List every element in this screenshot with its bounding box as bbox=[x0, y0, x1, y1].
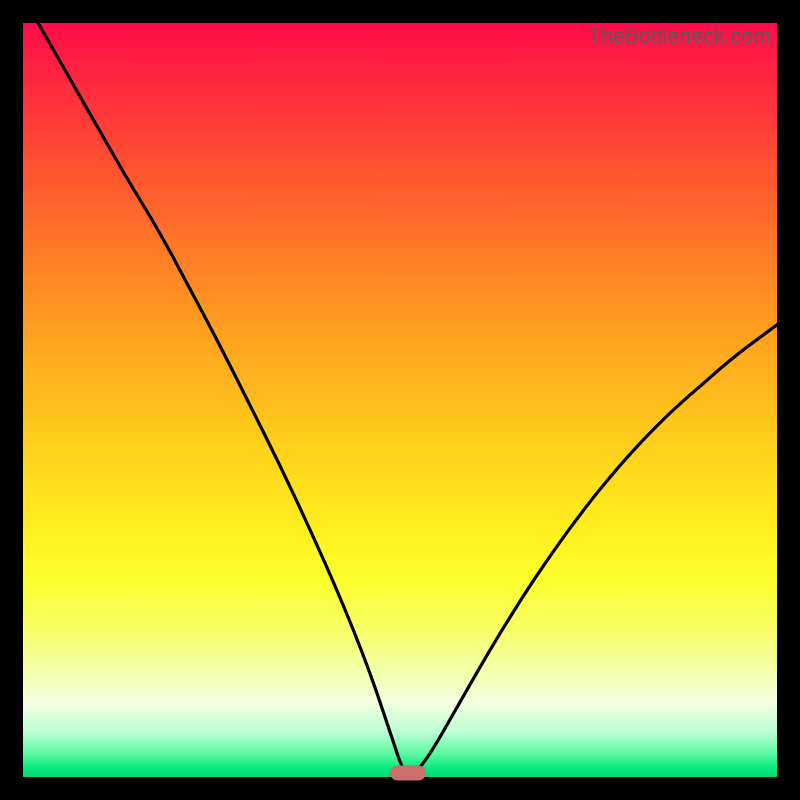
chart-frame: TheBottleneck.com bbox=[0, 0, 800, 800]
optimal-marker bbox=[390, 766, 426, 781]
bottleneck-curve bbox=[23, 23, 777, 777]
plot-area: TheBottleneck.com bbox=[23, 23, 777, 777]
